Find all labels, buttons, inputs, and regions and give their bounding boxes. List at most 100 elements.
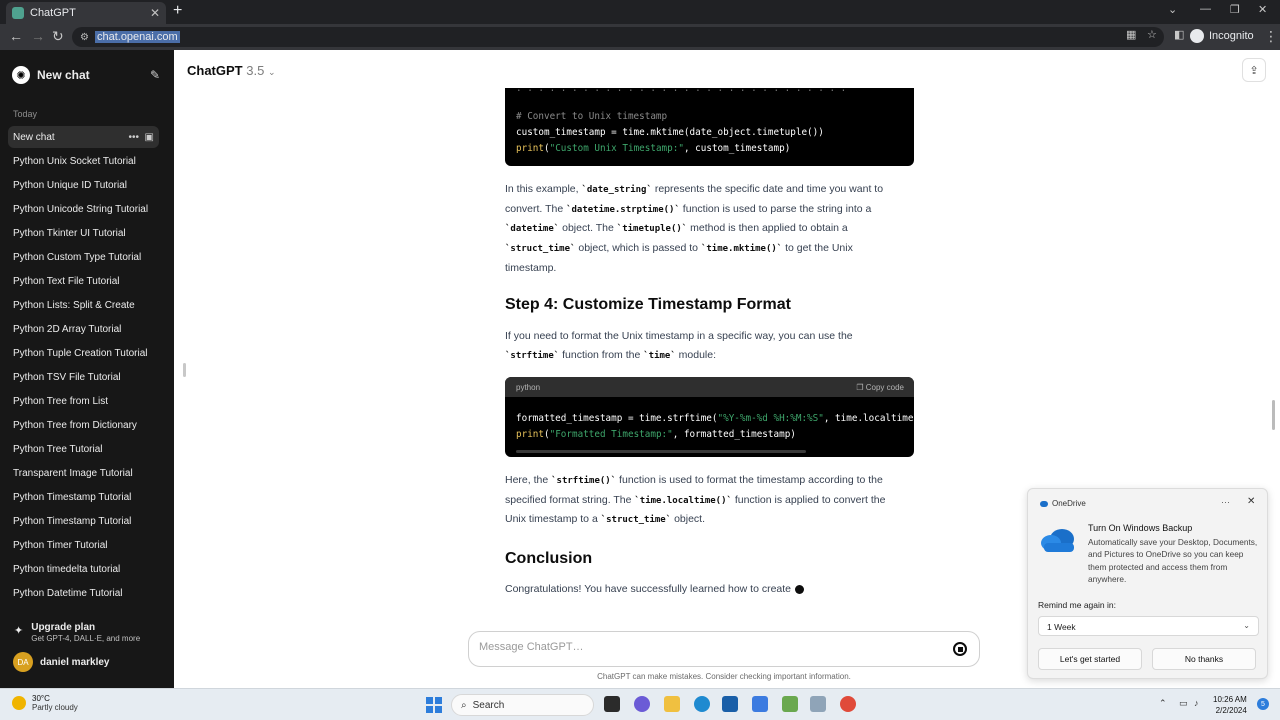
- side-panel-icon[interactable]: ◧: [1174, 28, 1184, 41]
- maximize-icon[interactable]: ❐: [1230, 3, 1240, 16]
- sparkle-icon: ✦: [14, 625, 24, 637]
- network-icon[interactable]: ▭: [1179, 698, 1188, 709]
- app-icon[interactable]: [782, 696, 798, 712]
- tab-close-icon[interactable]: ✕: [150, 6, 160, 20]
- chrome-icon[interactable]: [840, 696, 856, 712]
- more-options-icon[interactable]: ···: [1221, 497, 1230, 507]
- browser-menu-icon[interactable]: ⋮: [1264, 28, 1278, 45]
- search-icon: ⌕: [461, 699, 467, 711]
- more-options-icon[interactable]: •••: [128, 132, 139, 143]
- chatgpt-favicon-icon: [12, 7, 24, 19]
- chat-item-label: Python Custom Type Tutorial: [13, 251, 142, 263]
- copy-icon: ❐: [856, 383, 866, 392]
- forward-icon[interactable]: →: [31, 28, 45, 44]
- model-selector[interactable]: ChatGPT 3.5 ⌄: [187, 63, 276, 78]
- bookmark-star-icon[interactable]: ☆: [1147, 28, 1157, 41]
- stop-generating-button[interactable]: [953, 642, 967, 656]
- edit-icon[interactable]: ✎: [150, 68, 160, 82]
- chat-item[interactable]: Python timedelta tutorial: [8, 558, 159, 580]
- code-line: custom_timestamp = time.mktime(date_obje…: [516, 127, 824, 138]
- inline-code: `timetuple()`: [616, 224, 688, 235]
- chat-item[interactable]: Python Text File Tutorial: [8, 270, 159, 292]
- close-window-icon[interactable]: ✕: [1258, 3, 1267, 16]
- minimize-icon[interactable]: —: [1200, 3, 1211, 15]
- chat-item[interactable]: Python Tuple Creation Tutorial: [8, 342, 159, 364]
- url-text[interactable]: chat.openai.com: [94, 31, 180, 43]
- lets-get-started-button[interactable]: Let's get started: [1038, 648, 1142, 670]
- onedrive-small-icon: [1040, 500, 1048, 507]
- chat-item[interactable]: Python Tree from List: [8, 390, 159, 412]
- site-info-icon[interactable]: ⚙: [80, 32, 89, 43]
- task-view-icon[interactable]: [604, 696, 620, 712]
- qr-icon[interactable]: ▦: [1126, 28, 1136, 41]
- remind-select[interactable]: 1 Week ⌄: [1038, 616, 1259, 636]
- start-icon: [426, 697, 433, 704]
- chat-item[interactable]: Python Timestamp Tutorial: [8, 510, 159, 532]
- browser-tab[interactable]: ChatGPT ✕: [6, 2, 166, 24]
- message-input[interactable]: [479, 641, 919, 653]
- code-text: , custom_timestamp): [683, 143, 791, 154]
- chat-item[interactable]: Transparent Image Tutorial: [8, 462, 159, 484]
- clock[interactable]: 10:26 AM 2/2/2024: [1213, 694, 1247, 716]
- notification-badge[interactable]: 5: [1257, 698, 1269, 710]
- sidebar-toggle-handle[interactable]: [183, 363, 186, 377]
- stop-icon: [957, 646, 963, 652]
- chat-item[interactable]: Python Unique ID Tutorial: [8, 174, 159, 196]
- weather-widget[interactable]: 30°C Partly cloudy: [12, 694, 78, 712]
- chat-item[interactable]: Python Unicode String Tutorial: [8, 198, 159, 220]
- omnibox[interactable]: ⚙ chat.openai.com: [72, 27, 1164, 47]
- reload-icon[interactable]: ↻: [52, 28, 64, 45]
- code-horizontal-scrollbar[interactable]: [516, 450, 806, 453]
- new-tab-button[interactable]: +: [173, 2, 182, 20]
- chat-item[interactable]: Python Timer Tutorial: [8, 534, 159, 556]
- no-thanks-button[interactable]: No thanks: [1152, 648, 1256, 670]
- text: method is then applied to obtain a: [687, 222, 848, 235]
- chat-item[interactable]: Python Tkinter UI Tutorial: [8, 222, 159, 244]
- chat-app-icon[interactable]: [634, 696, 650, 712]
- text: object, which is passed to: [575, 242, 701, 255]
- copy-code-button[interactable]: ❐ Copy code: [856, 383, 904, 392]
- close-icon[interactable]: ✕: [1247, 496, 1255, 507]
- chat-item-active[interactable]: New chat ••• ▣: [8, 126, 159, 148]
- new-chat-button[interactable]: ✺ New chat ✎: [12, 64, 160, 86]
- incognito-indicator[interactable]: Incognito: [1190, 29, 1254, 43]
- volume-icon[interactable]: ♪: [1194, 698, 1199, 708]
- page-scrollbar[interactable]: [1272, 400, 1275, 430]
- code-text: formatted_timestamp = time.strftime(: [516, 413, 718, 424]
- start-button[interactable]: [426, 697, 442, 713]
- model-name: ChatGPT: [187, 63, 243, 78]
- code-line-clipped: . . . . . . . . . . . . . . . . . . . . …: [516, 88, 847, 94]
- taskbar-search[interactable]: ⌕ Search: [451, 694, 594, 716]
- code-string: "%Y-%m-%d %H:%M:%S": [717, 413, 824, 424]
- browser-tab-bar: ChatGPT ✕ + ⌄ — ❐ ✕: [0, 0, 1280, 24]
- chat-item-label: Python timedelta tutorial: [13, 563, 121, 575]
- chat-item[interactable]: Python Tree from Dictionary: [8, 414, 159, 436]
- archive-icon[interactable]: ▣: [145, 132, 154, 143]
- chat-item-label: Python TSV File Tutorial: [13, 371, 121, 383]
- chat-item[interactable]: Python Custom Type Tutorial: [8, 246, 159, 268]
- share-button[interactable]: ⇪: [1242, 58, 1266, 82]
- chat-item[interactable]: Python Tree Tutorial: [8, 438, 159, 460]
- text: In this example,: [505, 183, 582, 195]
- chat-item[interactable]: Python TSV File Tutorial: [8, 366, 159, 388]
- tray-overflow-icon[interactable]: ⌃: [1159, 698, 1167, 709]
- back-icon[interactable]: ←: [9, 28, 23, 44]
- chat-item-label: Python Tuple Creation Tutorial: [13, 347, 148, 359]
- store-icon[interactable]: [722, 696, 738, 712]
- upgrade-subtitle: Get GPT-4, DALL·E, and more: [31, 634, 141, 643]
- vscode-icon[interactable]: [752, 696, 768, 712]
- chat-item[interactable]: Python Lists: Split & Create: [8, 294, 159, 316]
- tab-search-icon[interactable]: ⌄: [1168, 3, 1177, 16]
- chat-item[interactable]: Python 2D Array Tutorial: [8, 318, 159, 340]
- file-explorer-icon[interactable]: [664, 696, 680, 712]
- chat-item[interactable]: Python Timestamp Tutorial: [8, 486, 159, 508]
- user-menu[interactable]: DA daniel markley: [13, 652, 109, 672]
- inline-code: `date_string`: [581, 185, 652, 195]
- app-icon[interactable]: [810, 696, 826, 712]
- upgrade-plan-button[interactable]: ✦ Upgrade plan Get GPT-4, DALL·E, and mo…: [14, 622, 140, 643]
- edge-icon[interactable]: [694, 696, 710, 712]
- code-keyword: print: [516, 429, 544, 440]
- chat-item[interactable]: Python Datetime Tutorial: [8, 582, 159, 604]
- remind-value: 1 Week: [1047, 622, 1076, 632]
- chat-item[interactable]: Python Unix Socket Tutorial: [8, 150, 159, 172]
